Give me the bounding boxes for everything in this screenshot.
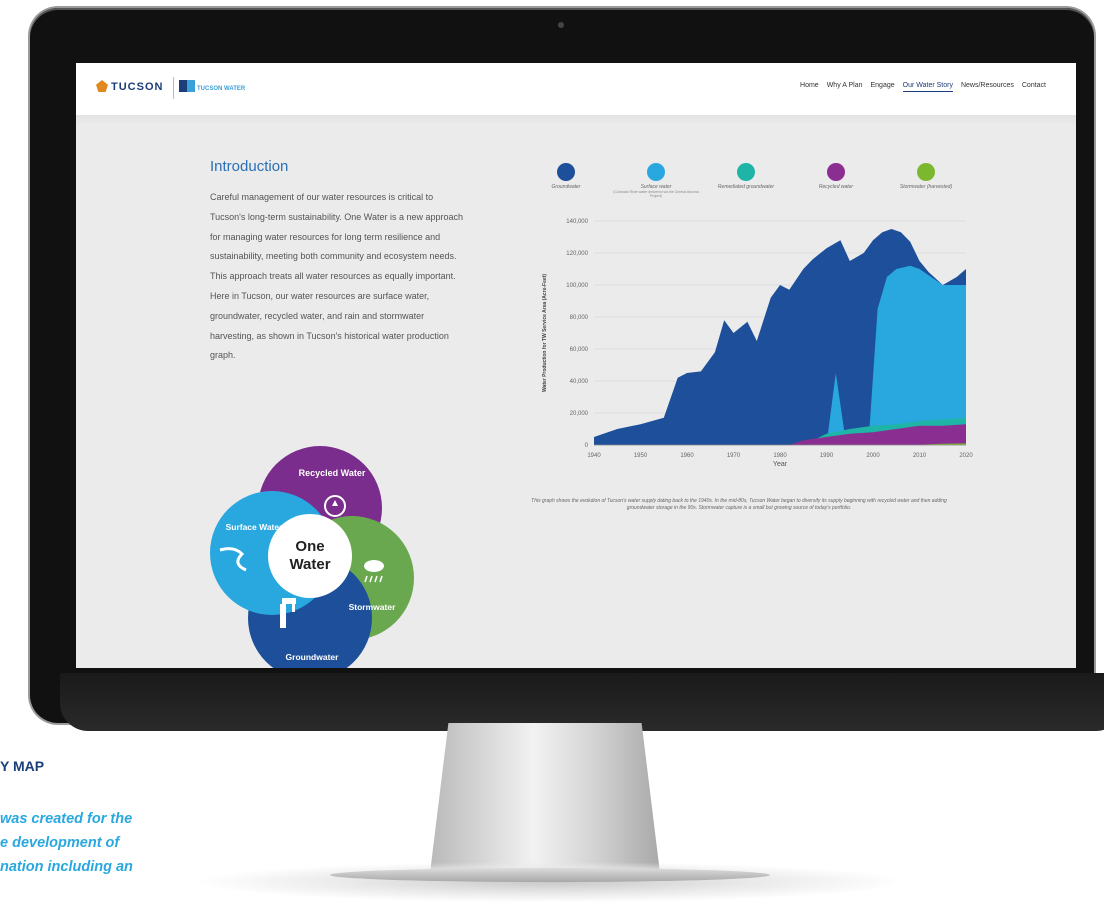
y-tick-label: 60,000: [570, 347, 589, 353]
legend-dot: [827, 163, 845, 181]
x-tick-label: 1980: [773, 453, 787, 459]
y-tick-label: 100,000: [566, 283, 588, 289]
page-italic-line: nation including an: [0, 859, 133, 875]
legend-dot: [557, 163, 575, 181]
intro-paragraph: Careful management of our water resource…: [210, 192, 463, 361]
y-tick-label: 20,000: [570, 411, 589, 417]
nav-home[interactable]: Home: [800, 82, 819, 92]
water-production-chart: 0 20,000 40,000 60,000 80,000 100,000 120,000 1…: [542, 219, 973, 468]
site-header: TUCSON TUCSON WATER Home Why A Plan Enga…: [76, 63, 1076, 116]
chart-legend: Groundwater Surface water (Colorado Rive…: [521, 163, 971, 213]
legend-surface-water: Surface water (Colorado River water deli…: [611, 163, 701, 198]
page-italic-line: e development of: [0, 835, 120, 851]
x-tick-label: 1960: [680, 453, 694, 459]
header-band: [76, 115, 1076, 125]
monitor-frame: TUCSON TUCSON WATER Home Why A Plan Enga…: [30, 8, 1104, 731]
legend-label: Groundwater: [551, 184, 581, 190]
city-logo-text: TUCSON: [111, 81, 164, 93]
logo-divider: [173, 77, 174, 99]
website-screen: TUCSON TUCSON WATER Home Why A Plan Enga…: [76, 63, 1076, 668]
venn-storm-label: Stormwater: [349, 602, 396, 612]
monitor-chin: [60, 673, 1104, 731]
page-italic-line: was created for the: [0, 811, 133, 827]
x-tick-label: 1940: [587, 453, 601, 459]
water-logo-icon: [179, 80, 195, 92]
y-tick-label: 80,000: [570, 315, 589, 321]
venn-recycled-label: Recycled Water: [299, 468, 366, 478]
venn-surface-label: Surface Water: [226, 522, 284, 532]
water-logo-text: TUCSON WATER: [197, 86, 246, 92]
legend-dot: [737, 163, 755, 181]
main-nav: Home Why A Plan Engage Our Water Story N…: [800, 82, 1046, 92]
y-tick-label: 120,000: [566, 251, 588, 257]
venn-center-line1: One: [295, 538, 324, 555]
nav-our-water-story[interactable]: Our Water Story: [902, 82, 953, 92]
legend-remediated: Remediated groundwater: [701, 163, 791, 190]
x-tick-label: 1990: [820, 453, 834, 459]
legend-stormwater: Stormwater (harvested): [881, 163, 971, 190]
legend-dot: [647, 163, 665, 181]
x-axis-label: Year: [773, 461, 788, 468]
stand-base: [330, 868, 770, 882]
venn-center-line2: Water: [289, 556, 330, 573]
x-tick-label: 1950: [634, 453, 648, 459]
nav-engage[interactable]: Engage: [871, 82, 895, 92]
x-tick-label: 2020: [959, 453, 973, 459]
nav-contact[interactable]: Contact: [1022, 82, 1046, 92]
city-of-tucson-logo[interactable]: TUCSON: [96, 80, 163, 93]
legend-recycled: Recycled water: [791, 163, 881, 190]
x-tick-label: 2010: [913, 453, 927, 459]
page-heading: Y MAP: [0, 758, 45, 774]
legend-sublabel: (Colorado River water delivered via the …: [613, 190, 699, 198]
legend-dot: [917, 163, 935, 181]
one-water-diagram: One Water Recycled Water Surface Water S…: [210, 446, 414, 668]
legend-label: Stormwater (harvested): [899, 184, 953, 190]
y-tick-label: 40,000: [570, 379, 589, 385]
y-axis-label: Water Production for TW Service Area (Ac…: [542, 274, 548, 392]
legend-label: Remediated groundwater: [717, 184, 775, 190]
legend-groundwater: Groundwater: [521, 163, 611, 190]
y-tick-label: 0: [585, 443, 589, 449]
chart-caption: This graph shows the evolution of Tucson…: [531, 498, 947, 511]
venn-ground-label: Groundwater: [286, 652, 340, 662]
monitor-stand: [430, 723, 660, 873]
page-italic-text: was created for the e development of nat…: [0, 807, 220, 879]
x-tick-label: 1970: [727, 453, 741, 459]
nav-why-a-plan[interactable]: Why A Plan: [827, 82, 863, 92]
legend-label: Recycled water: [818, 184, 854, 190]
intro-title: Introduction: [210, 158, 289, 175]
nav-news-resources[interactable]: News/Resources: [961, 82, 1014, 92]
tucson-water-logo[interactable]: TUCSON WATER: [179, 80, 245, 92]
y-tick-label: 140,000: [566, 219, 588, 225]
x-tick-label: 2000: [866, 453, 880, 459]
webcam: [558, 22, 564, 28]
city-logo-icon: [96, 80, 108, 92]
